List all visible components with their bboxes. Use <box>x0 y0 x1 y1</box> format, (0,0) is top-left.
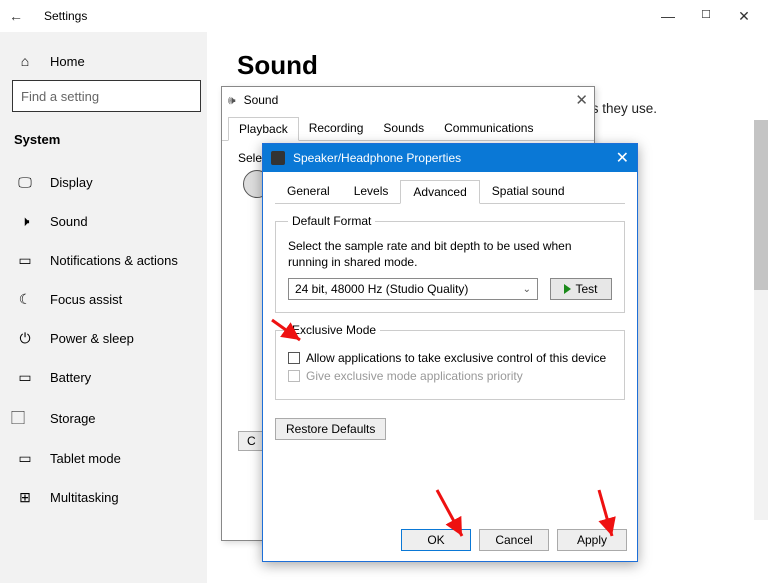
minimize-icon[interactable]: — <box>660 8 676 25</box>
sidebar-item-power[interactable]: ⏻ Power & sleep <box>6 319 207 358</box>
sidebar-item-tablet-mode[interactable]: ▭ Tablet mode <box>6 439 207 478</box>
sidebar-item-label: Storage <box>50 411 96 426</box>
notify-icon: ▭ <box>16 252 34 269</box>
search-placeholder: Find a setting <box>21 89 192 104</box>
apply-button[interactable]: Apply <box>557 529 627 551</box>
sidebar-item-multitasking[interactable]: ⊞ Multitasking <box>6 478 207 517</box>
sidebar-item-label: Display <box>50 175 93 190</box>
default-format-group: Default Format Select the sample rate an… <box>275 214 625 313</box>
sidebar-item-focus-assist[interactable]: ☾ Focus assist <box>6 280 207 319</box>
multitask-icon: ⊞ <box>16 489 34 506</box>
test-button-label: Test <box>575 282 597 296</box>
format-select[interactable]: 24 bit, 48000 Hz (Studio Quality) ⌄ <box>288 278 538 300</box>
sidebar-item-label: Battery <box>50 370 91 385</box>
play-icon <box>564 284 571 294</box>
checkbox-exclusive-control[interactable] <box>288 352 300 364</box>
settings-titlebar: ← Settings — ☐ ✕ <box>0 0 768 32</box>
sidebar-item-notifications[interactable]: ▭ Notifications & actions <box>6 241 207 280</box>
checkbox-exclusive-priority <box>288 370 300 382</box>
cancel-button[interactable]: Cancel <box>479 529 549 551</box>
exclusive-mode-group: Exclusive Mode Allow applications to tak… <box>275 323 625 400</box>
sound-dialog-tabs: Playback Recording Sounds Communications <box>222 113 594 141</box>
exclusive-checkbox-row[interactable]: Allow applications to take exclusive con… <box>288 351 612 365</box>
display-icon: 🖵 <box>16 174 34 191</box>
tab-sounds[interactable]: Sounds <box>373 117 434 140</box>
configure-button[interactable]: C <box>238 431 265 451</box>
search-input[interactable]: Find a setting <box>12 80 201 112</box>
page-title: Sound <box>237 50 768 81</box>
properties-tabs: General Levels Advanced Spatial sound <box>275 180 625 204</box>
close-icon[interactable]: ✕ <box>575 91 588 109</box>
sidebar-item-storage[interactable]: ⃞ Storage <box>6 397 207 439</box>
tab-general[interactable]: General <box>275 180 342 203</box>
tab-recording[interactable]: Recording <box>299 117 374 140</box>
exclusive-control-label: Allow applications to take exclusive con… <box>306 351 606 365</box>
battery-icon: ▭ <box>16 369 34 386</box>
default-format-desc: Select the sample rate and bit depth to … <box>288 238 612 270</box>
sound-dialog-titlebar: 🕪 Sound ✕ <box>222 87 594 113</box>
properties-title-icon <box>271 151 285 165</box>
sound-dialog-title: Sound <box>244 93 279 107</box>
scrollbar[interactable] <box>754 120 768 520</box>
close-icon[interactable]: ✕ <box>616 148 629 168</box>
sidebar-item-label: Tablet mode <box>50 451 121 466</box>
close-icon[interactable]: ✕ <box>736 8 752 25</box>
scrollbar-thumb[interactable] <box>754 120 768 290</box>
ok-button[interactable]: OK <box>401 529 471 551</box>
settings-sidebar: ⌂ Home Find a setting System 🖵 Display 🕨… <box>0 32 207 583</box>
properties-dialog: Speaker/Headphone Properties ✕ General L… <box>262 143 638 562</box>
sidebar-category: System <box>6 118 207 163</box>
chevron-down-icon: ⌄ <box>523 284 531 295</box>
properties-title: Speaker/Headphone Properties <box>293 151 461 165</box>
sidebar-item-label: Notifications & actions <box>50 253 178 268</box>
tablet-icon: ▭ <box>16 450 34 467</box>
exclusive-mode-legend: Exclusive Mode <box>288 323 380 337</box>
properties-body: General Levels Advanced Spatial sound De… <box>263 172 637 450</box>
dialog-action-buttons: OK Cancel Apply <box>401 529 627 551</box>
sidebar-item-label: Power & sleep <box>50 331 134 346</box>
power-icon: ⏻ <box>16 330 34 347</box>
default-format-legend: Default Format <box>288 214 375 228</box>
sidebar-item-sound[interactable]: 🕨 Sound <box>6 202 207 241</box>
exclusive-priority-row: Give exclusive mode applications priorit… <box>288 369 612 383</box>
sound-icon: 🕨 <box>16 213 34 230</box>
test-button[interactable]: Test <box>550 278 612 300</box>
sidebar-item-label: Multitasking <box>50 490 119 505</box>
tab-levels[interactable]: Levels <box>342 180 401 203</box>
properties-titlebar: Speaker/Headphone Properties ✕ <box>263 144 637 172</box>
sound-dialog-icon: 🕪 <box>228 93 236 108</box>
sidebar-item-display[interactable]: 🖵 Display <box>6 163 207 202</box>
home-icon: ⌂ <box>16 53 34 69</box>
sidebar-item-label: Sound <box>50 214 88 229</box>
tab-playback[interactable]: Playback <box>228 117 299 141</box>
tab-advanced[interactable]: Advanced <box>400 180 479 204</box>
settings-title: Settings <box>44 9 87 23</box>
maximize-icon[interactable]: ☐ <box>698 8 714 25</box>
tab-spatial-sound[interactable]: Spatial sound <box>480 180 577 203</box>
focus-icon: ☾ <box>16 291 34 308</box>
sidebar-item-battery[interactable]: ▭ Battery <box>6 358 207 397</box>
sidebar-item-home[interactable]: ⌂ Home <box>6 42 207 80</box>
storage-icon: ⃞ <box>16 408 34 428</box>
back-icon[interactable]: ← <box>6 8 26 24</box>
sidebar-item-label: Home <box>50 54 85 69</box>
format-select-value: 24 bit, 48000 Hz (Studio Quality) <box>295 282 468 296</box>
tab-communications[interactable]: Communications <box>434 117 543 140</box>
restore-defaults-button[interactable]: Restore Defaults <box>275 418 386 440</box>
exclusive-priority-label: Give exclusive mode applications priorit… <box>306 369 523 383</box>
window-buttons: — ☐ ✕ <box>660 8 762 25</box>
sidebar-item-label: Focus assist <box>50 292 122 307</box>
